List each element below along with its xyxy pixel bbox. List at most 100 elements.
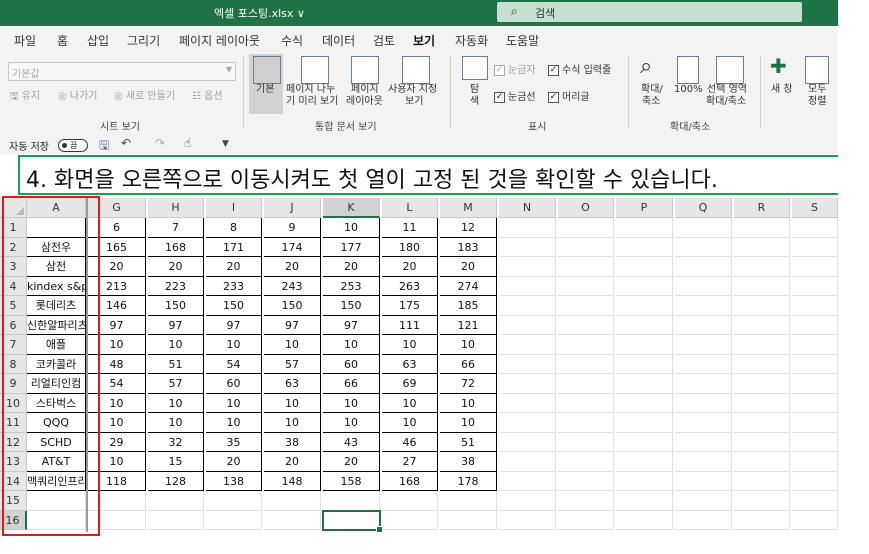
- cell-m13[interactable]: 38: [440, 452, 497, 472]
- cell-p4[interactable]: [616, 276, 673, 296]
- cell-l12[interactable]: 46: [382, 432, 438, 452]
- page-layout-label-2[interactable]: 레이아웃: [346, 96, 383, 108]
- arrange-all-icon[interactable]: [805, 56, 829, 84]
- cell-s10[interactable]: [792, 393, 838, 413]
- cell-q4[interactable]: [675, 276, 732, 296]
- cell-l2[interactable]: 180: [382, 237, 438, 257]
- cell-h11[interactable]: 10: [148, 413, 204, 433]
- cell-o7[interactable]: [558, 335, 614, 355]
- column-header-k[interactable]: K: [323, 198, 380, 218]
- cell-h12[interactable]: 32: [148, 432, 204, 452]
- cell-i9[interactable]: 60: [206, 374, 262, 394]
- cell-r4[interactable]: [734, 276, 790, 296]
- cell-l5[interactable]: 175: [382, 296, 438, 316]
- tab-data[interactable]: 데이터: [322, 32, 355, 49]
- navigation-label-2[interactable]: 색: [470, 96, 479, 108]
- column-header-h[interactable]: H: [148, 198, 204, 218]
- keep-button[interactable]: 🖫 유지: [10, 91, 40, 103]
- cell-q16[interactable]: [675, 510, 732, 530]
- cell-k14[interactable]: 158: [323, 471, 380, 491]
- cell-i11[interactable]: 10: [206, 413, 262, 433]
- column-header-n[interactable]: N: [499, 198, 556, 218]
- cell-p10[interactable]: [616, 393, 673, 413]
- cell-i8[interactable]: 54: [206, 354, 262, 374]
- formula-bar-checkbox[interactable]: ✓: [548, 65, 559, 76]
- cell-i4[interactable]: 233: [206, 276, 262, 296]
- cell-m10[interactable]: 10: [440, 393, 497, 413]
- cell-j12[interactable]: 38: [264, 432, 321, 452]
- cell-h16[interactable]: [148, 510, 204, 530]
- cell-r6[interactable]: [734, 315, 790, 335]
- zoom-selection-icon[interactable]: [716, 56, 744, 84]
- cell-n5[interactable]: [499, 296, 556, 316]
- cell-r2[interactable]: [734, 237, 790, 257]
- cell-n3[interactable]: [499, 257, 556, 277]
- cell-j1[interactable]: 9: [264, 218, 321, 238]
- cell-p8[interactable]: [616, 354, 673, 374]
- navigation-label-1[interactable]: 탐: [470, 84, 479, 96]
- gridlines-checkbox[interactable]: ✓: [494, 92, 505, 103]
- cell-o6[interactable]: [558, 315, 614, 335]
- cell-r11[interactable]: [734, 413, 790, 433]
- cell-k8[interactable]: 60: [323, 354, 380, 374]
- cell-p7[interactable]: [616, 335, 673, 355]
- cell-k4[interactable]: 253: [323, 276, 380, 296]
- cell-n4[interactable]: [499, 276, 556, 296]
- arrange-label-2[interactable]: 정렬: [808, 96, 826, 108]
- cell-o3[interactable]: [558, 257, 614, 277]
- cell-l1[interactable]: 11: [382, 218, 438, 238]
- cell-l3[interactable]: 20: [382, 257, 438, 277]
- cell-p16[interactable]: [616, 510, 673, 530]
- column-header-i[interactable]: I: [206, 198, 262, 218]
- cell-o14[interactable]: [558, 471, 614, 491]
- cell-p9[interactable]: [616, 374, 673, 394]
- cell-k5[interactable]: 150: [323, 296, 380, 316]
- tab-file[interactable]: 파일: [14, 32, 36, 49]
- cell-m5[interactable]: 185: [440, 296, 497, 316]
- zoom-selection-label-2[interactable]: 확대/축소: [706, 96, 746, 108]
- cell-m16[interactable]: [440, 510, 497, 530]
- customize-qat-icon[interactable]: ▼: [222, 139, 229, 149]
- custom-views-label-2[interactable]: 보기: [405, 96, 423, 108]
- column-header-r[interactable]: R: [734, 198, 790, 218]
- cell-l7[interactable]: 10: [382, 335, 438, 355]
- cell-h14[interactable]: 128: [148, 471, 204, 491]
- cell-k2[interactable]: 177: [323, 237, 380, 257]
- cell-h3[interactable]: 20: [148, 257, 204, 277]
- cell-s2[interactable]: [792, 237, 838, 257]
- cell-h4[interactable]: 223: [148, 276, 204, 296]
- custom-views-label-1[interactable]: 사용자 지정: [388, 84, 437, 96]
- cell-k7[interactable]: 10: [323, 335, 380, 355]
- cell-m7[interactable]: 10: [440, 335, 497, 355]
- cell-p5[interactable]: [616, 296, 673, 316]
- cell-r10[interactable]: [734, 393, 790, 413]
- cell-s8[interactable]: [792, 354, 838, 374]
- cell-s1[interactable]: [792, 218, 838, 238]
- cell-p2[interactable]: [616, 237, 673, 257]
- cell-q12[interactable]: [675, 432, 732, 452]
- cell-h2[interactable]: 168: [148, 237, 204, 257]
- cell-s6[interactable]: [792, 315, 838, 335]
- cell-q2[interactable]: [675, 237, 732, 257]
- cell-n8[interactable]: [499, 354, 556, 374]
- cell-k9[interactable]: 66: [323, 374, 380, 394]
- cell-j5[interactable]: 150: [264, 296, 321, 316]
- cell-k10[interactable]: 10: [323, 393, 380, 413]
- cell-q1[interactable]: [675, 218, 732, 238]
- cell-q9[interactable]: [675, 374, 732, 394]
- cell-p15[interactable]: [616, 491, 673, 511]
- cell-m2[interactable]: 183: [440, 237, 497, 257]
- tab-review[interactable]: 검토: [373, 32, 395, 49]
- cell-q13[interactable]: [675, 452, 732, 472]
- cell-i12[interactable]: 35: [206, 432, 262, 452]
- cell-i3[interactable]: 20: [206, 257, 262, 277]
- cell-j15[interactable]: [264, 491, 321, 511]
- cell-q10[interactable]: [675, 393, 732, 413]
- workbook-filename[interactable]: 엑셀 포스팅.xlsx ∨: [214, 5, 305, 21]
- cell-p6[interactable]: [616, 315, 673, 335]
- cell-k12[interactable]: 43: [323, 432, 380, 452]
- cell-m3[interactable]: 20: [440, 257, 497, 277]
- cell-o11[interactable]: [558, 413, 614, 433]
- column-header-j[interactable]: J: [264, 198, 321, 218]
- cell-l8[interactable]: 63: [382, 354, 438, 374]
